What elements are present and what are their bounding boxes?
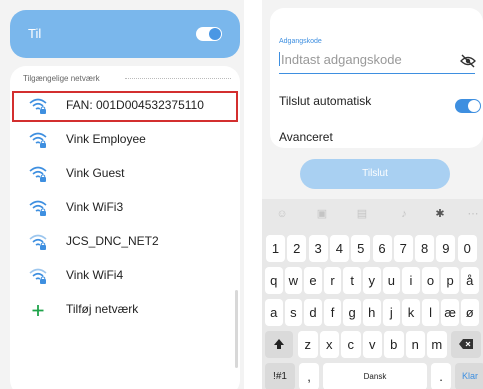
keyboard-toolbar: ☺ ▣ ▤ ♪ ✱ ⋯ <box>262 199 483 229</box>
emoji-icon[interactable]: ☺ <box>276 208 288 220</box>
wifi-list-screen: Til Tilgængelige netværk FAN: 001D004532… <box>0 0 244 389</box>
key-y[interactable]: y <box>363 267 381 294</box>
key-0[interactable]: 0 <box>457 235 477 262</box>
text-caret <box>279 52 280 66</box>
network-name: Vink WiFi4 <box>66 268 124 282</box>
key-w[interactable]: w <box>284 267 303 294</box>
auto-connect-label: Tilslut automatisk <box>279 94 372 108</box>
key-m[interactable]: m <box>427 331 447 358</box>
wifi-switch-knob <box>209 28 221 40</box>
key-d[interactable]: d <box>304 299 322 326</box>
add-network-label: Tilføj netværk <box>66 302 139 316</box>
add-network-item[interactable]: Tilføj netværk <box>10 294 240 326</box>
key-a[interactable]: a <box>265 299 283 326</box>
key-k[interactable]: k <box>402 299 420 326</box>
wifi-toggle-label: Til <box>28 26 42 41</box>
done-key[interactable]: Klar <box>455 363 483 389</box>
hide-password-icon[interactable] <box>460 54 476 68</box>
key-8[interactable]: 8 <box>415 235 435 262</box>
key-comma[interactable]: , <box>299 363 319 389</box>
key-ø[interactable]: ø <box>461 299 479 326</box>
key-f[interactable]: f <box>323 299 342 326</box>
key-æ[interactable]: æ <box>441 299 459 326</box>
network-name: JCS_DNC_NET2 <box>66 234 159 248</box>
key-z[interactable]: z <box>298 331 318 358</box>
settings-icon[interactable]: ✱ <box>434 208 446 220</box>
key-e[interactable]: e <box>304 267 322 294</box>
backspace-icon <box>459 339 473 349</box>
auto-connect-knob <box>468 100 480 112</box>
network-item[interactable]: Vink Guest <box>10 158 240 190</box>
wifi-switch[interactable] <box>196 27 222 41</box>
wifi-locked-icon <box>29 132 47 148</box>
key-n[interactable]: n <box>405 331 425 358</box>
key-5[interactable]: 5 <box>351 235 371 262</box>
key-4[interactable]: 4 <box>329 235 349 262</box>
wifi-locked-icon <box>29 166 47 182</box>
network-name: Vink WiFi3 <box>66 200 124 214</box>
advanced-option[interactable]: Avanceret <box>279 130 333 144</box>
key-å[interactable]: å <box>461 267 479 294</box>
scrollbar[interactable] <box>235 290 238 368</box>
connect-button[interactable]: Tilslut <box>300 159 450 189</box>
key-i[interactable]: i <box>402 267 420 294</box>
key-3[interactable]: 3 <box>308 235 328 262</box>
key-b[interactable]: b <box>384 331 404 358</box>
shift-key[interactable] <box>265 331 293 358</box>
key-r[interactable]: r <box>323 267 342 294</box>
key-u[interactable]: u <box>382 267 401 294</box>
key-x[interactable]: x <box>319 331 339 358</box>
key-l[interactable]: l <box>421 299 440 326</box>
network-item[interactable]: Vink WiFi4 <box>10 260 240 292</box>
key-h[interactable]: h <box>363 299 381 326</box>
key-c[interactable]: c <box>341 331 361 358</box>
password-label: Adgangskode <box>279 38 322 45</box>
key-period[interactable]: . <box>431 363 451 389</box>
key-v[interactable]: v <box>362 331 382 358</box>
sticker-icon[interactable]: ▣ <box>316 208 328 220</box>
key-g[interactable]: g <box>343 299 361 326</box>
key-q[interactable]: q <box>265 267 283 294</box>
key-o[interactable]: o <box>421 267 440 294</box>
password-card: Adgangskode Indtast adgangskode Tilslut … <box>270 8 483 148</box>
key-1[interactable]: 1 <box>266 235 285 262</box>
key-6[interactable]: 6 <box>372 235 392 262</box>
wifi-locked-icon <box>29 268 47 284</box>
symbols-key[interactable]: !#1 <box>265 363 295 389</box>
key-j[interactable]: j <box>382 299 401 326</box>
network-name: Vink Guest <box>66 166 125 180</box>
key-7[interactable]: 7 <box>393 235 413 262</box>
key-p[interactable]: p <box>441 267 459 294</box>
header-divider <box>125 78 231 79</box>
available-networks-header: Tilgængelige netværk <box>23 74 100 83</box>
backspace-key[interactable] <box>451 331 481 358</box>
network-item[interactable]: JCS_DNC_NET2 <box>10 226 240 258</box>
space-key[interactable]: Dansk <box>323 363 427 389</box>
password-underline <box>279 73 475 74</box>
key-s[interactable]: s <box>284 299 303 326</box>
wifi-locked-icon <box>29 234 47 250</box>
password-placeholder: ndtast adgangskode <box>284 52 402 67</box>
wifi-locked-icon <box>29 200 47 216</box>
auto-connect-switch[interactable] <box>455 99 481 113</box>
network-name: Vink Employee <box>66 132 146 146</box>
wifi-toggle-card[interactable]: Til <box>10 10 240 58</box>
key-2[interactable]: 2 <box>287 235 307 262</box>
selected-network-highlight <box>12 91 238 122</box>
shift-icon <box>274 339 284 349</box>
gif-icon[interactable]: ▤ <box>356 208 368 220</box>
network-item[interactable]: Vink WiFi3 <box>10 192 240 224</box>
key-9[interactable]: 9 <box>436 235 456 262</box>
keyboard: ☺ ▣ ▤ ♪ ✱ ⋯ 1234567890 qwertyuiopå asdfghj… <box>262 199 483 389</box>
more-icon[interactable]: ⋯ <box>467 208 479 220</box>
password-screen: Adgangskode Indtast adgangskode Tilslut … <box>262 0 483 389</box>
password-input[interactable]: Indtast adgangskode <box>279 52 459 67</box>
key-t[interactable]: t <box>343 267 361 294</box>
microphone-icon[interactable]: ♪ <box>398 208 410 220</box>
plus-icon <box>32 305 44 316</box>
network-item[interactable]: Vink Employee <box>10 124 240 156</box>
